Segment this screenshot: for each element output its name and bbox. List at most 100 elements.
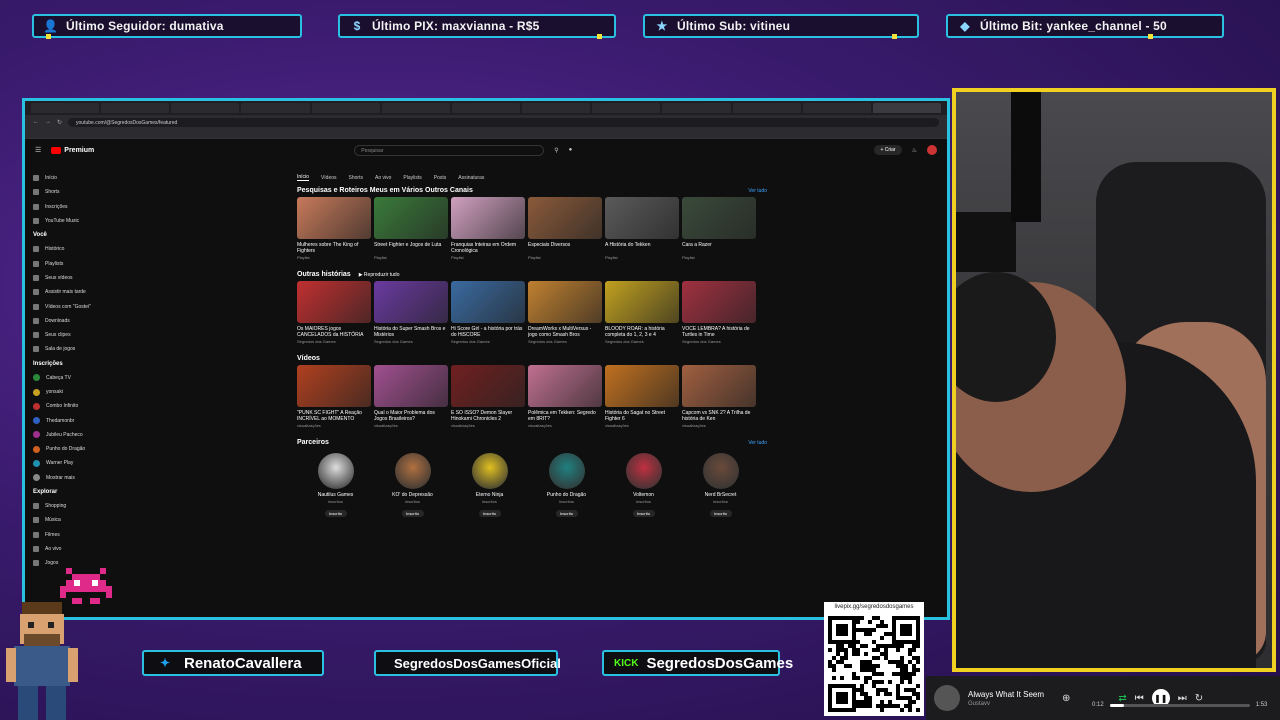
sidebar-main-item[interactable]: YouTube Music bbox=[33, 214, 123, 228]
menu-icon[interactable]: ☰ bbox=[35, 146, 41, 154]
sidebar-you-item[interactable]: Playlists bbox=[33, 256, 123, 270]
sidebar-main-item[interactable]: Início bbox=[33, 171, 123, 185]
video-thumbnail[interactable] bbox=[374, 365, 448, 407]
channel-tab[interactable]: Playlists bbox=[403, 175, 421, 181]
partner-avatar[interactable] bbox=[548, 453, 585, 489]
video-title[interactable]: A História do Tekken bbox=[605, 242, 679, 254]
sidebar-main-item[interactable]: Shorts bbox=[33, 185, 123, 199]
sidebar-you-heading[interactable]: Você bbox=[33, 228, 123, 242]
sidebar-sub-item[interactable]: Mostrar mais bbox=[33, 471, 123, 485]
partner-avatar[interactable] bbox=[394, 453, 431, 489]
search-icon[interactable]: ⚲ bbox=[554, 147, 558, 154]
video-title[interactable]: Os MAIORES jogos CANCELADOS da HISTÓRIA bbox=[297, 326, 371, 338]
sidebar-sub-item[interactable]: Thedamonbr bbox=[33, 413, 123, 427]
add-icon[interactable]: ⊕ bbox=[1062, 693, 1070, 704]
partner-name[interactable]: KO' do Depressão bbox=[390, 492, 435, 498]
browser-tab[interactable] bbox=[522, 103, 591, 113]
video-thumbnail[interactable] bbox=[451, 197, 525, 239]
video-card[interactable]: Especiais Diversos Playlist bbox=[528, 197, 602, 260]
sidebar-you-item[interactable]: Sala de jogos bbox=[33, 342, 123, 356]
video-thumbnail[interactable] bbox=[297, 281, 371, 323]
progress-bar[interactable] bbox=[1109, 703, 1250, 707]
notifications-icon[interactable]: ♨ bbox=[912, 147, 917, 154]
partner-subscribe-button[interactable]: Inscrito bbox=[555, 510, 578, 517]
video-title[interactable]: Cara a Razer bbox=[682, 242, 756, 254]
sidebar-explore-item[interactable]: Filmes bbox=[33, 528, 123, 542]
browser-tab[interactable] bbox=[662, 103, 731, 113]
partner-avatar[interactable] bbox=[625, 453, 662, 489]
partner-avatar[interactable] bbox=[471, 453, 508, 489]
video-thumbnail[interactable] bbox=[528, 365, 602, 407]
partner-subscribe-button[interactable]: Inscrito bbox=[632, 510, 655, 517]
video-card[interactable]: DreamWorks x MultiVersus - jogo como Sma… bbox=[528, 281, 602, 344]
browser-tab[interactable] bbox=[802, 103, 871, 113]
video-card[interactable]: História do Sagat no Street Fighter 6 vis… bbox=[605, 365, 679, 428]
video-title[interactable]: VOCÊ LEMBRA? A história de Turtles in Ti… bbox=[682, 326, 756, 338]
video-title[interactable]: História do Sagat no Street Fighter 6 bbox=[605, 410, 679, 422]
video-card[interactable]: Polêmica em Tekken: Segredo em 8RIT? visu… bbox=[528, 365, 602, 428]
browser-tab-active[interactable] bbox=[872, 103, 942, 113]
video-card[interactable]: VOCÊ LEMBRA? A história de Turtles in Ti… bbox=[682, 281, 756, 344]
video-thumbnail[interactable] bbox=[528, 281, 602, 323]
video-thumbnail[interactable] bbox=[682, 281, 756, 323]
sidebar-you-item[interactable]: Seus clipes bbox=[33, 328, 123, 342]
browser-tab[interactable] bbox=[311, 103, 380, 113]
video-thumbnail[interactable] bbox=[682, 365, 756, 407]
video-card[interactable]: História do Super Smash Bros e Mistérios… bbox=[374, 281, 448, 344]
partner-subscribe-button[interactable]: Inscrito bbox=[478, 510, 501, 517]
video-card[interactable]: Os MAIORES jogos CANCELADOS da HISTÓRIA S… bbox=[297, 281, 371, 344]
video-thumbnail[interactable] bbox=[374, 281, 448, 323]
video-card[interactable]: Capcom vs SNK 2? A Trilha de história de… bbox=[682, 365, 756, 428]
video-card[interactable]: Mulheres sobre The King of Fighters Playl… bbox=[297, 197, 371, 260]
sidebar-explore-item[interactable]: Música bbox=[33, 513, 123, 527]
browser-tab[interactable] bbox=[451, 103, 521, 113]
partner-channel[interactable]: Eterno Ninja inscritos Inscrito bbox=[467, 453, 512, 517]
partner-name[interactable]: Voltemon bbox=[621, 492, 666, 498]
video-card[interactable]: É SÓ ISSO? Demon Slayer Hinokami Chronic… bbox=[451, 365, 525, 428]
video-title[interactable]: História do Super Smash Bros e Mistérios bbox=[374, 326, 448, 338]
partner-channel[interactable]: Nautilus Games inscritos Inscrito bbox=[313, 453, 358, 517]
video-title[interactable]: Mulheres sobre The King of Fighters bbox=[297, 242, 371, 254]
browser-tab[interactable] bbox=[592, 103, 661, 113]
partner-subscribe-button[interactable]: Inscrito bbox=[709, 510, 732, 517]
sidebar-explore-item[interactable]: Ao vivo bbox=[33, 542, 123, 556]
browser-tab[interactable] bbox=[732, 103, 801, 113]
partner-avatar[interactable] bbox=[702, 453, 739, 489]
browser-tab[interactable] bbox=[101, 103, 170, 113]
video-title[interactable]: Capcom vs SNK 2? A Trilha de história de… bbox=[682, 410, 756, 422]
video-title[interactable]: Qual o Maior Problema dos Jogos Brasilei… bbox=[374, 410, 448, 422]
partner-name[interactable]: Nautilus Games bbox=[313, 492, 358, 498]
video-card[interactable]: A História do Tekken Playlist bbox=[605, 197, 679, 260]
video-card[interactable]: Hi Score Girl - a história por trás do H… bbox=[451, 281, 525, 344]
sidebar-sub-item[interactable]: Combo Infinito bbox=[33, 399, 123, 413]
partner-channel[interactable]: Nerd BrSecret inscritos Inscrito bbox=[698, 453, 743, 517]
video-card[interactable]: Street Fighter e Jogos de Luta Playlist bbox=[374, 197, 448, 260]
url-input[interactable]: youtube.com/@SegredosDosGames/featured bbox=[68, 117, 939, 127]
video-card[interactable]: Franquias Inteiras em Ordem Cronológica P… bbox=[451, 197, 525, 260]
partner-avatar[interactable] bbox=[317, 453, 354, 489]
video-card[interactable]: Qual o Maior Problema dos Jogos Brasilei… bbox=[374, 365, 448, 428]
sidebar-you-item[interactable]: Histórico bbox=[33, 242, 123, 256]
sidebar-main-item[interactable]: Inscrições bbox=[33, 200, 123, 214]
sidebar-subs-heading[interactable]: Inscrições bbox=[33, 357, 123, 371]
channel-tab[interactable]: Shorts bbox=[349, 175, 363, 181]
sidebar-sub-item[interactable]: Cabeça TV bbox=[33, 371, 123, 385]
video-title[interactable]: Polêmica em Tekken: Segredo em 8RIT? bbox=[528, 410, 602, 422]
channel-tab[interactable]: Ao vivo bbox=[375, 175, 391, 181]
video-title[interactable]: É SÓ ISSO? Demon Slayer Hinokami Chronic… bbox=[451, 410, 525, 422]
sidebar-sub-item[interactable]: Warner Play bbox=[33, 456, 123, 470]
partner-subscribe-button[interactable]: Inscrito bbox=[324, 510, 347, 517]
channel-tab[interactable]: Vídeos bbox=[321, 175, 337, 181]
partner-subscribe-button[interactable]: Inscrito bbox=[401, 510, 424, 517]
video-thumbnail[interactable] bbox=[374, 197, 448, 239]
sidebar-sub-item[interactable]: yonsaki bbox=[33, 385, 123, 399]
channel-tab[interactable]: Posts bbox=[434, 175, 447, 181]
video-thumbnail[interactable] bbox=[682, 197, 756, 239]
video-title[interactable]: Hi Score Girl - a história por trás do H… bbox=[451, 326, 525, 338]
video-title[interactable]: Street Fighter e Jogos de Luta bbox=[374, 242, 448, 254]
sidebar-you-item[interactable]: Vídeos com "Gostei" bbox=[33, 299, 123, 313]
video-thumbnail[interactable] bbox=[451, 365, 525, 407]
reload-icon[interactable]: ↻ bbox=[57, 119, 62, 126]
youtube-logo[interactable]: Premium bbox=[51, 146, 94, 154]
channel-tab[interactable]: Assinaturas bbox=[458, 175, 484, 181]
